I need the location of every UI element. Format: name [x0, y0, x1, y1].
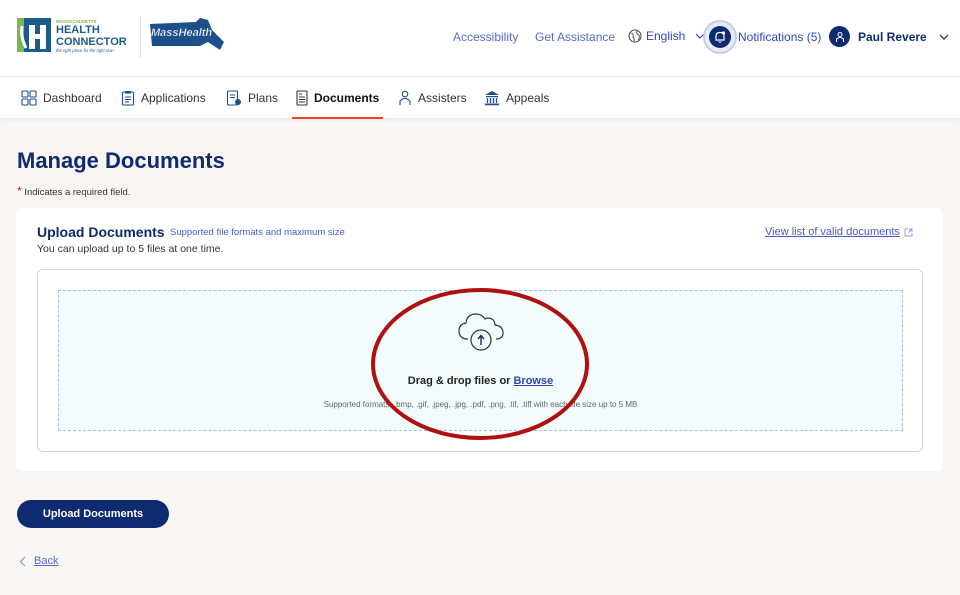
back-link[interactable]: Back [19, 555, 58, 567]
chevron-left-icon [19, 556, 26, 566]
nav-tab-assisters[interactable]: Assisters [398, 77, 467, 119]
courthouse-icon [485, 91, 499, 106]
user-menu[interactable]: Paul Revere [829, 26, 949, 47]
browse-link[interactable]: Browse [513, 375, 553, 387]
top-header: MASSACHUSETTS HEALTH CONNECTOR the right… [0, 0, 960, 76]
nav-label: Assisters [418, 91, 467, 105]
required-star: * [17, 184, 22, 198]
get-assistance-link[interactable]: Get Assistance [535, 30, 615, 44]
nav-label: Documents [314, 91, 380, 105]
supported-formats-link[interactable]: Supported file formats and maximum size [170, 227, 345, 238]
masshealth-text: MassHealth [151, 27, 212, 39]
supported-formats-note: Supported formats: .bmp, .gif, .jpeg, .j… [323, 400, 638, 409]
upload-documents-button[interactable]: Upload Documents [17, 500, 169, 528]
chevron-down-icon [939, 34, 949, 40]
health-connector-logo[interactable]: MASSACHUSETTS HEALTH CONNECTOR the right… [16, 16, 132, 56]
nav-tab-appeals[interactable]: Appeals [484, 77, 549, 119]
notifications-label: Notifications (5) [738, 30, 822, 44]
external-link-icon [904, 228, 913, 236]
valid-documents-label: View list of valid documents [765, 226, 900, 238]
plan-document-icon [226, 90, 241, 106]
accessibility-link[interactable]: Accessibility [453, 30, 518, 44]
language-label: English [646, 29, 686, 43]
language-selector[interactable]: English [628, 29, 705, 43]
avatar [829, 26, 850, 47]
upload-card-title: Upload Documents [37, 224, 165, 240]
nav-tab-applications[interactable]: Applications [121, 77, 206, 119]
person-icon [399, 90, 411, 105]
logo-divider [140, 18, 141, 58]
bell-badge [705, 22, 735, 52]
back-label: Back [34, 555, 59, 567]
bell-icon [709, 26, 731, 48]
upload-documents-card: Upload Documents Supported file formats … [16, 208, 943, 471]
document-icon [296, 90, 308, 106]
upload-limit-text: You can upload up to 5 files at one time… [37, 243, 224, 255]
required-field-note: * Indicates a required field. [17, 184, 130, 198]
notifications-button[interactable]: Notifications (5) [705, 22, 821, 52]
masshealth-logo[interactable]: MassHealth [148, 16, 226, 56]
logo-line2: CONNECTOR [56, 36, 127, 48]
view-valid-documents-link[interactable]: View list of valid documents [765, 226, 913, 238]
nav-label: Dashboard [43, 91, 102, 105]
nav-tab-documents[interactable]: Documents [291, 77, 384, 119]
user-name: Paul Revere [858, 29, 927, 44]
logo-tagline: the right place for the right plan [56, 48, 114, 53]
nav-label: Applications [141, 91, 206, 105]
grid-icon [21, 90, 37, 106]
logo-line1: HEALTH [56, 24, 100, 36]
nav-label: Plans [248, 91, 279, 105]
main-nav: Dashboard Applications Plans Documents A… [0, 76, 960, 119]
upload-area-container: Drag & drop files or Browse Supported for… [37, 269, 923, 452]
file-dropzone[interactable]: Drag & drop files or Browse Supported for… [58, 290, 903, 431]
nav-tab-plans[interactable]: Plans [226, 77, 278, 119]
chevron-down-icon [695, 33, 705, 39]
nav-label: Appeals [506, 91, 550, 105]
drag-drop-text: Drag & drop files or [407, 375, 511, 387]
person-icon [835, 31, 844, 42]
clipboard-icon [121, 91, 135, 106]
globe-icon [628, 29, 642, 43]
nav-tab-dashboard[interactable]: Dashboard [21, 77, 102, 119]
cloud-upload-icon [458, 313, 504, 351]
page-title: Manage Documents [17, 148, 225, 173]
required-note-text: Indicates a required field. [24, 187, 131, 198]
drag-drop-instructions: Drag & drop files or Browse [59, 375, 902, 387]
